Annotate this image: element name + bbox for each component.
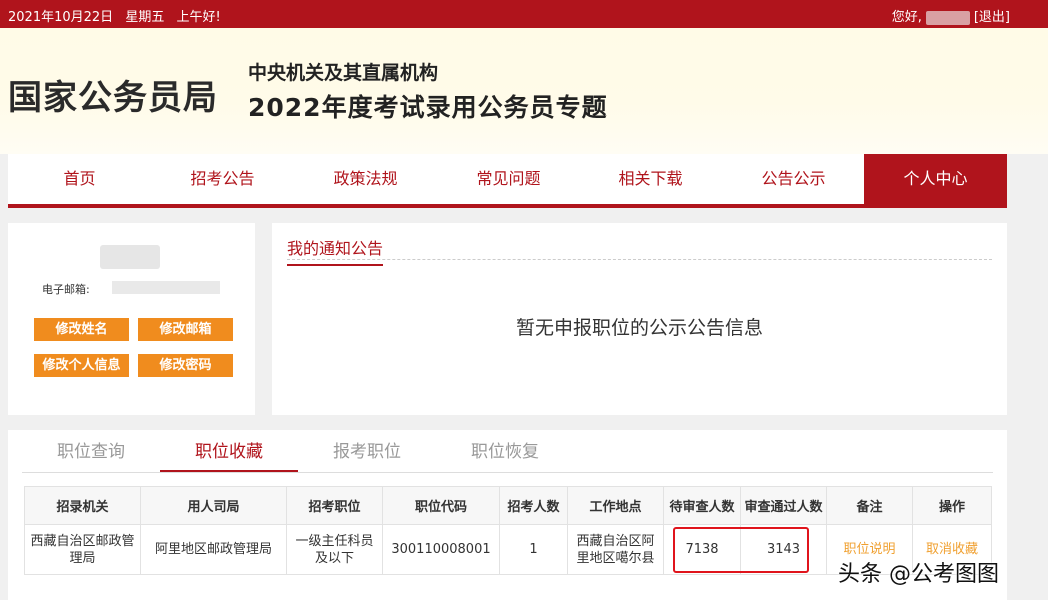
- tab-position-restore[interactable]: 职位恢复: [436, 440, 574, 472]
- header-actions: 操作: [912, 486, 992, 525]
- cell-employing-dept: 阿里地区邮政管理局: [140, 524, 287, 575]
- nav-home[interactable]: 首页: [8, 154, 151, 204]
- notice-divider: [287, 259, 992, 260]
- site-logo: 国家公务员局: [8, 78, 218, 118]
- edit-name-button[interactable]: 修改姓名: [34, 318, 129, 341]
- cell-quota: 1: [499, 524, 568, 575]
- blurred-username: [925, 10, 970, 25]
- remove-favorite-link[interactable]: 取消收藏: [926, 542, 978, 557]
- header-approved: 审查通过人数: [740, 486, 827, 525]
- blurred-email: [112, 281, 220, 294]
- highlight-annotation-box: [673, 527, 809, 573]
- edit-profile-button[interactable]: 修改个人信息: [34, 354, 129, 377]
- main-nav: 首页 招考公告 政策法规 常见问题 相关下载 公告公示 个人中心: [8, 154, 1007, 208]
- tabs-divider: [22, 472, 993, 473]
- nav-announcements[interactable]: 公告公示: [722, 154, 865, 204]
- table-header-row: 招录机关 用人司局 招考职位 职位代码 招考人数 工作地点 待审查人数 审查通过…: [24, 486, 992, 525]
- notice-empty-message: 暂无申报职位的公示公告信息: [515, 317, 763, 339]
- nav-personal-center[interactable]: 个人中心: [864, 154, 1007, 204]
- date-greeting: 2021年10月22日 星期五 上午好!: [8, 6, 229, 25]
- notice-title: 我的通知公告: [287, 235, 384, 266]
- cell-recruiting-agency: 西藏自治区邮政管理局: [24, 524, 141, 575]
- tab-position-favorites[interactable]: 职位收藏: [160, 440, 298, 472]
- header-employing-dept: 用人司局: [140, 486, 287, 525]
- nav-faq[interactable]: 常见问题: [437, 154, 580, 204]
- header-title: 2022年度考试录用公务员专题: [248, 93, 608, 122]
- blurred-name: [100, 245, 160, 269]
- header-pending-review: 待审查人数: [663, 486, 741, 525]
- nav-policy[interactable]: 政策法规: [294, 154, 437, 204]
- edit-password-button[interactable]: 修改密码: [138, 354, 233, 377]
- header-remarks: 备注: [826, 486, 913, 525]
- user-info: 您好, [退出]: [892, 6, 1010, 25]
- header-recruiting-agency: 招录机关: [24, 486, 141, 525]
- cell-position: 一级主任科员及以下: [286, 524, 383, 575]
- header-subtitle: 中央机关及其直属机构: [248, 62, 439, 84]
- profile-panel: 电子邮箱: 修改姓名 修改邮箱 修改个人信息 修改密码: [8, 223, 255, 415]
- site-header: 国家公务员局 中央机关及其直属机构 2022年度考试录用公务员专题: [0, 28, 1048, 154]
- greeting-text: 上午好!: [176, 10, 221, 25]
- date-text: 2021年10月22日: [8, 10, 114, 25]
- tab-position-query[interactable]: 职位查询: [22, 440, 160, 472]
- tab-applied-positions[interactable]: 报考职位: [298, 440, 436, 472]
- nav-downloads[interactable]: 相关下载: [579, 154, 722, 204]
- position-info-link[interactable]: 职位说明: [843, 542, 895, 557]
- header-position-code: 职位代码: [382, 486, 500, 525]
- cell-work-location: 西藏自治区阿里地区噶尔县: [567, 524, 664, 575]
- email-label: 电子邮箱:: [42, 283, 90, 296]
- nav-recruit-notice[interactable]: 招考公告: [151, 154, 294, 204]
- edit-email-button[interactable]: 修改邮箱: [138, 318, 233, 341]
- cell-position-code: 300110008001: [382, 524, 500, 575]
- notice-panel: 我的通知公告 暂无申报职位的公示公告信息: [272, 223, 1007, 415]
- header-work-location: 工作地点: [567, 486, 664, 525]
- logout-link[interactable]: [退出]: [974, 10, 1010, 25]
- header-position: 招考职位: [286, 486, 383, 525]
- weekday-text: 星期五: [125, 10, 165, 25]
- hello-text: 您好,: [891, 10, 922, 25]
- header-quota: 招考人数: [499, 486, 568, 525]
- top-bar: 2021年10月22日 星期五 上午好! 您好, [退出]: [0, 0, 1048, 28]
- watermark: 头条 @公考图图: [838, 562, 999, 587]
